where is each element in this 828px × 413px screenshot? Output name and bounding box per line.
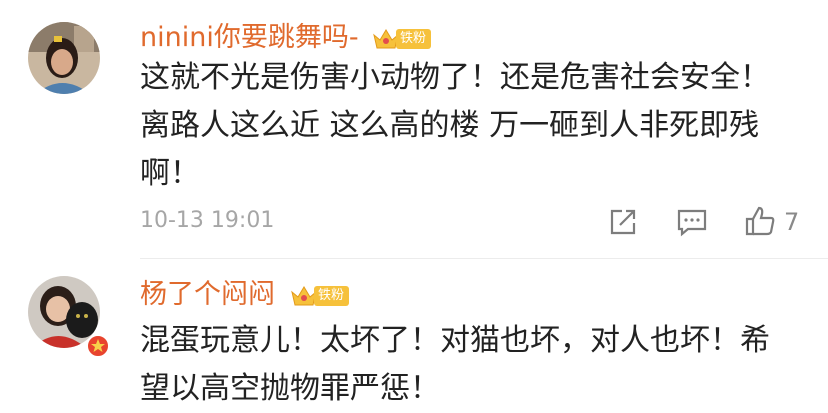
comment-item: ninini你要跳舞吗- 铁粉 这就不光是伤害小动物了！还是危害社会安全！ 离路… — [0, 0, 828, 258]
username[interactable]: ninini你要跳舞吗- — [140, 22, 359, 54]
share-icon[interactable] — [608, 207, 638, 237]
avatar[interactable] — [28, 22, 100, 94]
comment-item: 杨了个闷闷 铁粉 混蛋玩意儿！太坏了！对猫也坏，对人也坏！希 望以高空抛物罪严惩… — [0, 259, 828, 410]
verified-badge-icon — [86, 334, 110, 358]
badge-label: 铁粉 — [396, 29, 432, 49]
like-icon[interactable] — [744, 205, 776, 237]
comment-text-line: 啊！ — [140, 156, 200, 191]
fan-badge[interactable]: 铁粉 — [372, 27, 432, 51]
comment-text: 这就不光是伤害小动物了！还是危害社会安全！ 离路人这么近 这么高的楼 万一砸到人… — [140, 54, 770, 198]
username[interactable]: 杨了个闷闷 — [140, 279, 275, 311]
like-count: 7 — [784, 208, 800, 236]
comment-text-line: 混蛋玩意儿！太坏了！对猫也坏，对人也坏！希 — [140, 323, 770, 358]
comment-text-line: 这就不光是伤害小动物了！还是危害社会安全！ — [140, 60, 770, 95]
comment-icon[interactable] — [676, 207, 708, 237]
timestamp: 10-13 19:01 — [140, 208, 275, 233]
badge-label: 铁粉 — [314, 286, 350, 306]
comment-text-line: 望以高空抛物罪严惩！ — [140, 371, 440, 406]
fan-badge[interactable]: 铁粉 — [290, 284, 350, 308]
comment-text-line: 离路人这么近 这么高的楼 万一砸到人非死即残 — [140, 108, 760, 143]
comment-text: 混蛋玩意儿！太坏了！对猫也坏，对人也坏！希 望以高空抛物罪严惩！ — [140, 317, 770, 413]
